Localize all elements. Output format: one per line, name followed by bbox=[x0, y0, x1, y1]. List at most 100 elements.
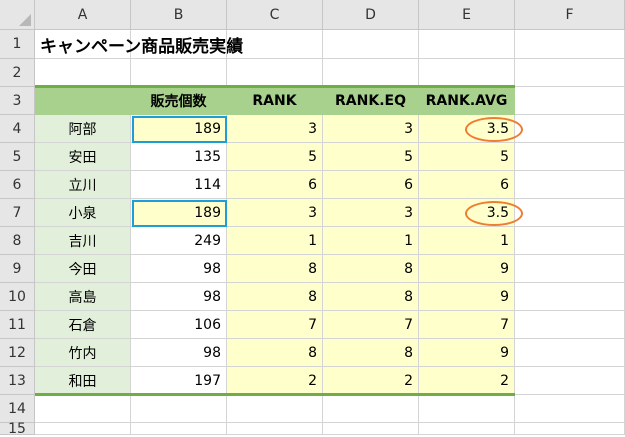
cell-f15[interactable] bbox=[515, 423, 625, 435]
table-cell-sales[interactable]: 189 bbox=[131, 115, 227, 143]
column-header-f[interactable]: F bbox=[515, 0, 625, 30]
cell-b15[interactable] bbox=[131, 423, 227, 435]
cell-d2[interactable] bbox=[323, 59, 419, 87]
cell-f4[interactable] bbox=[515, 115, 625, 143]
table-cell-sales[interactable]: 98 bbox=[131, 255, 227, 283]
table-cell-rank-eq[interactable]: 5 bbox=[323, 143, 419, 171]
cell-f2[interactable] bbox=[515, 59, 625, 87]
cell-e14[interactable] bbox=[419, 395, 515, 423]
table-cell-rank-eq[interactable]: 3 bbox=[323, 115, 419, 143]
column-header-c[interactable]: C bbox=[227, 0, 323, 30]
column-header-b[interactable]: B bbox=[131, 0, 227, 30]
table-cell-rank-eq[interactable]: 8 bbox=[323, 255, 419, 283]
table-cell-rank[interactable]: 8 bbox=[227, 339, 323, 367]
table-cell-name[interactable]: 和田 bbox=[35, 367, 131, 395]
table-cell-rank-eq[interactable]: 6 bbox=[323, 171, 419, 199]
table-cell-rank-avg[interactable]: 9 bbox=[419, 339, 515, 367]
table-header-rank-eq[interactable]: RANK.EQ bbox=[323, 87, 419, 115]
table-cell-name[interactable]: 小泉 bbox=[35, 199, 131, 227]
table-cell-sales[interactable]: 98 bbox=[131, 283, 227, 311]
cell-c1[interactable] bbox=[227, 30, 323, 59]
column-header-d[interactable]: D bbox=[323, 0, 419, 30]
table-cell-rank-eq[interactable]: 1 bbox=[323, 227, 419, 255]
column-header-a[interactable]: A bbox=[35, 0, 131, 30]
cell-e15[interactable] bbox=[419, 423, 515, 435]
table-cell-rank-eq[interactable]: 3 bbox=[323, 199, 419, 227]
cell-f6[interactable] bbox=[515, 171, 625, 199]
cell-f12[interactable] bbox=[515, 339, 625, 367]
table-header-rank-avg[interactable]: RANK.AVG bbox=[419, 87, 515, 115]
column-header-e[interactable]: E bbox=[419, 0, 515, 30]
table-cell-rank[interactable]: 8 bbox=[227, 255, 323, 283]
table-cell-name[interactable]: 立川 bbox=[35, 171, 131, 199]
cell-f14[interactable] bbox=[515, 395, 625, 423]
table-cell-name[interactable]: 石倉 bbox=[35, 311, 131, 339]
cell-f9[interactable] bbox=[515, 255, 625, 283]
table-cell-rank-avg[interactable]: 7 bbox=[419, 311, 515, 339]
table-cell-sales[interactable]: 197 bbox=[131, 367, 227, 395]
cell-c2[interactable] bbox=[227, 59, 323, 87]
row-header-14[interactable]: 14 bbox=[0, 395, 35, 423]
cell-f7[interactable] bbox=[515, 199, 625, 227]
cell-b1[interactable] bbox=[131, 30, 227, 59]
table-cell-rank-avg[interactable]: 5 bbox=[419, 143, 515, 171]
cell-f3[interactable] bbox=[515, 87, 625, 115]
table-cell-rank[interactable]: 5 bbox=[227, 143, 323, 171]
table-cell-sales[interactable]: 135 bbox=[131, 143, 227, 171]
cell-f8[interactable] bbox=[515, 227, 625, 255]
table-cell-name[interactable]: 吉川 bbox=[35, 227, 131, 255]
table-cell-rank-avg[interactable]: 3.5 bbox=[419, 115, 515, 143]
table-cell-name[interactable]: 高島 bbox=[35, 283, 131, 311]
table-cell-name[interactable]: 安田 bbox=[35, 143, 131, 171]
cell-f13[interactable] bbox=[515, 367, 625, 395]
table-header-sales[interactable]: 販売個数 bbox=[131, 87, 227, 115]
row-header-3[interactable]: 3 bbox=[0, 87, 35, 115]
table-cell-rank-avg[interactable]: 1 bbox=[419, 227, 515, 255]
table-cell-rank-eq[interactable]: 7 bbox=[323, 311, 419, 339]
row-header-8[interactable]: 8 bbox=[0, 227, 35, 255]
row-header-1[interactable]: 1 bbox=[0, 30, 35, 59]
row-header-7[interactable]: 7 bbox=[0, 199, 35, 227]
table-cell-sales[interactable]: 114 bbox=[131, 171, 227, 199]
cell-f1[interactable] bbox=[515, 30, 625, 59]
table-header-rank[interactable]: RANK bbox=[227, 87, 323, 115]
table-cell-rank[interactable]: 8 bbox=[227, 283, 323, 311]
row-header-2[interactable]: 2 bbox=[0, 59, 35, 87]
row-header-10[interactable]: 10 bbox=[0, 283, 35, 311]
row-header-6[interactable]: 6 bbox=[0, 171, 35, 199]
select-all-corner[interactable] bbox=[0, 0, 35, 30]
cell-a2[interactable] bbox=[35, 59, 131, 87]
table-cell-sales[interactable]: 249 bbox=[131, 227, 227, 255]
row-header-11[interactable]: 11 bbox=[0, 311, 35, 339]
table-cell-name[interactable]: 今田 bbox=[35, 255, 131, 283]
table-cell-rank-eq[interactable]: 8 bbox=[323, 283, 419, 311]
table-cell-rank[interactable]: 7 bbox=[227, 311, 323, 339]
sheet-title[interactable]: キャンペーン商品販売実績 bbox=[35, 30, 243, 59]
table-cell-rank[interactable]: 3 bbox=[227, 115, 323, 143]
cell-e2[interactable] bbox=[419, 59, 515, 87]
row-header-5[interactable]: 5 bbox=[0, 143, 35, 171]
table-cell-name[interactable]: 竹内 bbox=[35, 339, 131, 367]
row-header-13[interactable]: 13 bbox=[0, 367, 35, 395]
table-cell-rank-avg[interactable]: 2 bbox=[419, 367, 515, 395]
table-cell-sales[interactable]: 106 bbox=[131, 311, 227, 339]
cell-c14[interactable] bbox=[227, 395, 323, 423]
table-cell-rank-avg[interactable]: 6 bbox=[419, 171, 515, 199]
table-cell-rank[interactable]: 6 bbox=[227, 171, 323, 199]
cell-c15[interactable] bbox=[227, 423, 323, 435]
table-header-name[interactable] bbox=[35, 87, 131, 115]
table-cell-name[interactable]: 阿部 bbox=[35, 115, 131, 143]
table-cell-rank-eq[interactable]: 8 bbox=[323, 339, 419, 367]
row-header-15[interactable]: 15 bbox=[0, 421, 35, 437]
cell-f10[interactable] bbox=[515, 283, 625, 311]
cell-e1[interactable] bbox=[419, 30, 515, 59]
table-cell-rank-avg[interactable]: 9 bbox=[419, 255, 515, 283]
cell-d1[interactable] bbox=[323, 30, 419, 59]
cell-a15[interactable] bbox=[35, 423, 131, 435]
cell-b2[interactable] bbox=[131, 59, 227, 87]
row-header-12[interactable]: 12 bbox=[0, 339, 35, 367]
table-cell-rank[interactable]: 3 bbox=[227, 199, 323, 227]
cell-f11[interactable] bbox=[515, 311, 625, 339]
table-cell-sales[interactable]: 98 bbox=[131, 339, 227, 367]
table-cell-rank[interactable]: 2 bbox=[227, 367, 323, 395]
